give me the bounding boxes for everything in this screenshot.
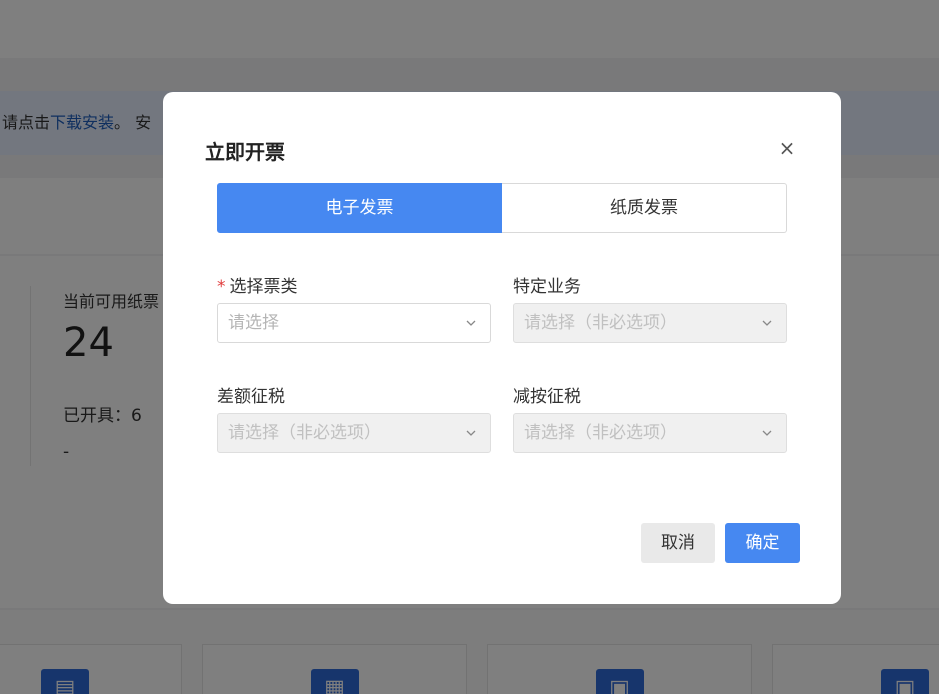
confirm-button[interactable]: 确定 [725,523,800,563]
tab-electronic-invoice[interactable]: 电子发票 [217,183,502,233]
required-mark: * [217,277,226,297]
issue-invoice-dialog: 立即开票 × 电子发票 纸质发票 * 选择票类 请选择 特定业务 请选择（非必选项… [163,92,841,604]
ticket-type-label-text: 选择票类 [229,277,298,297]
invoice-type-tabs: 电子发票 纸质发票 [217,183,787,233]
diff-tax-label: 差额征税 [217,387,285,407]
cancel-button[interactable]: 取消 [641,523,715,563]
special-business-select[interactable]: 请选择（非必选项） [513,303,787,343]
chevron-down-icon [762,430,772,436]
dialog-title: 立即开票 [205,140,285,164]
page: 请点击下载安装。 安 当前可用纸票 24 已开具：6 - ▤ ▦ ▣ ▣ 立即开… [0,0,939,694]
special-business-placeholder: 请选择（非必选项） [524,313,677,333]
special-business-label: 特定业务 [513,277,581,297]
chevron-down-icon [466,320,476,326]
ticket-type-select[interactable]: 请选择 [217,303,491,343]
ticket-type-label: * 选择票类 [217,272,298,297]
reduced-tax-label: 减按征税 [513,387,581,407]
reduced-tax-select[interactable]: 请选择（非必选项） [513,413,787,453]
diff-tax-placeholder: 请选择（非必选项） [228,423,381,443]
chevron-down-icon [762,320,772,326]
tab-paper-invoice[interactable]: 纸质发票 [502,183,787,233]
reduced-tax-placeholder: 请选择（非必选项） [524,423,677,443]
close-icon[interactable]: × [775,136,799,160]
chevron-down-icon [466,430,476,436]
ticket-type-placeholder: 请选择 [228,313,279,333]
diff-tax-select[interactable]: 请选择（非必选项） [217,413,491,453]
